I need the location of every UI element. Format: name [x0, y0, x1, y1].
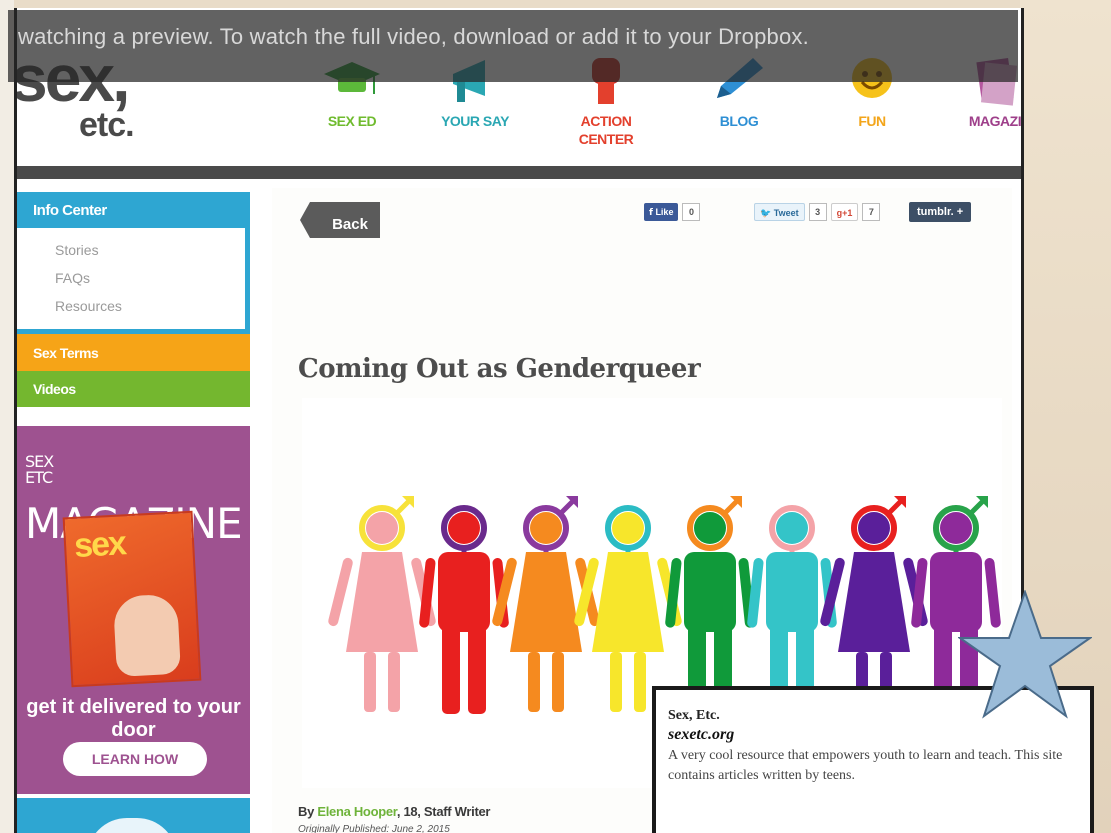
sidebar-link-faqs[interactable]: FAQs: [55, 264, 245, 292]
google-plus-button[interactable]: g+1: [830, 203, 859, 221]
sidebar-item-sex-terms[interactable]: Sex Terms: [17, 334, 250, 371]
note-resource-description: A very cool resource that empowers youth…: [668, 748, 1063, 783]
preview-banner-text: watching a preview. To watch the full vi…: [18, 24, 809, 49]
nav-label: SEX ED: [327, 113, 377, 129]
facebook-like-button[interactable]: f Like: [644, 203, 679, 221]
promo-title-small: SEX ETC: [25, 452, 54, 487]
author-link[interactable]: Elena Hooper: [317, 804, 397, 819]
nav-label: YOUR SAY: [441, 113, 509, 129]
tweet-button[interactable]: 🐦 Tweet: [754, 203, 805, 221]
note-resource-url: sexetc.org: [668, 726, 735, 743]
gplus-label: +1: [842, 208, 853, 218]
back-button[interactable]: Back: [300, 202, 380, 238]
tumblr-share-button[interactable]: tumblr. +: [909, 202, 972, 222]
sidebar-bottom-widget: [17, 798, 250, 833]
published-date: Originally Published: June 2, 2015: [298, 824, 450, 833]
header-divider: [17, 166, 1021, 179]
twitter-icon: 🐦: [760, 208, 772, 218]
learn-how-button[interactable]: LEARN HOW: [63, 742, 207, 776]
magazine-promo: SEX ETCMAGAZINE sex get it delivered to …: [17, 426, 250, 794]
tweet-widget[interactable]: 🐦 Tweet 3 g+1 7: [754, 202, 881, 222]
gplus-count: 7: [862, 203, 881, 221]
person-figure: [820, 496, 928, 712]
byline-suffix: , 18, Staff Writer: [396, 804, 491, 819]
site-logo-etc: etc.: [79, 106, 135, 144]
background-left: [0, 0, 14, 833]
nav-label: BLOG: [719, 113, 759, 129]
person-figure: [328, 496, 436, 712]
nav-label: MAGAZI: [968, 113, 1022, 129]
tweet-label: Tweet: [773, 208, 799, 218]
promo-tagline: get it delivered to your door: [26, 696, 241, 741]
article-byline: By Elena Hooper, 18, Staff Writer: [298, 804, 490, 819]
sidebar-link-stories[interactable]: Stories: [55, 236, 245, 264]
byline-prefix: By: [298, 804, 318, 819]
preview-banner: watching a preview. To watch the full vi…: [8, 10, 1018, 82]
facebook-icon: f: [649, 208, 653, 218]
magazine-cover-text: sex: [73, 524, 126, 565]
like-count: 0: [682, 203, 701, 221]
nav-label: ACTION CENTER: [578, 113, 634, 147]
person-figure: [665, 496, 755, 714]
sidebar: Info Center Stories FAQs Resources Sex T…: [17, 192, 250, 407]
sidebar-item-videos[interactable]: Videos: [17, 371, 250, 407]
nav-label: FUN: [858, 113, 886, 129]
article-title: Coming Out as Genderqueer: [298, 354, 701, 384]
sidebar-link-resources[interactable]: Resources: [55, 292, 245, 320]
like-label: Like: [655, 207, 674, 217]
sidebar-item-info-center[interactable]: Info Center: [17, 192, 250, 228]
hand-illustration: [112, 593, 181, 677]
sidebar-sublinks: Stories FAQs Resources: [17, 228, 250, 334]
facebook-like-widget[interactable]: f Like 0: [644, 202, 701, 222]
magazine-cover-image: sex: [62, 510, 202, 688]
star-icon: [958, 590, 1092, 719]
tweet-count: 3: [808, 203, 827, 221]
